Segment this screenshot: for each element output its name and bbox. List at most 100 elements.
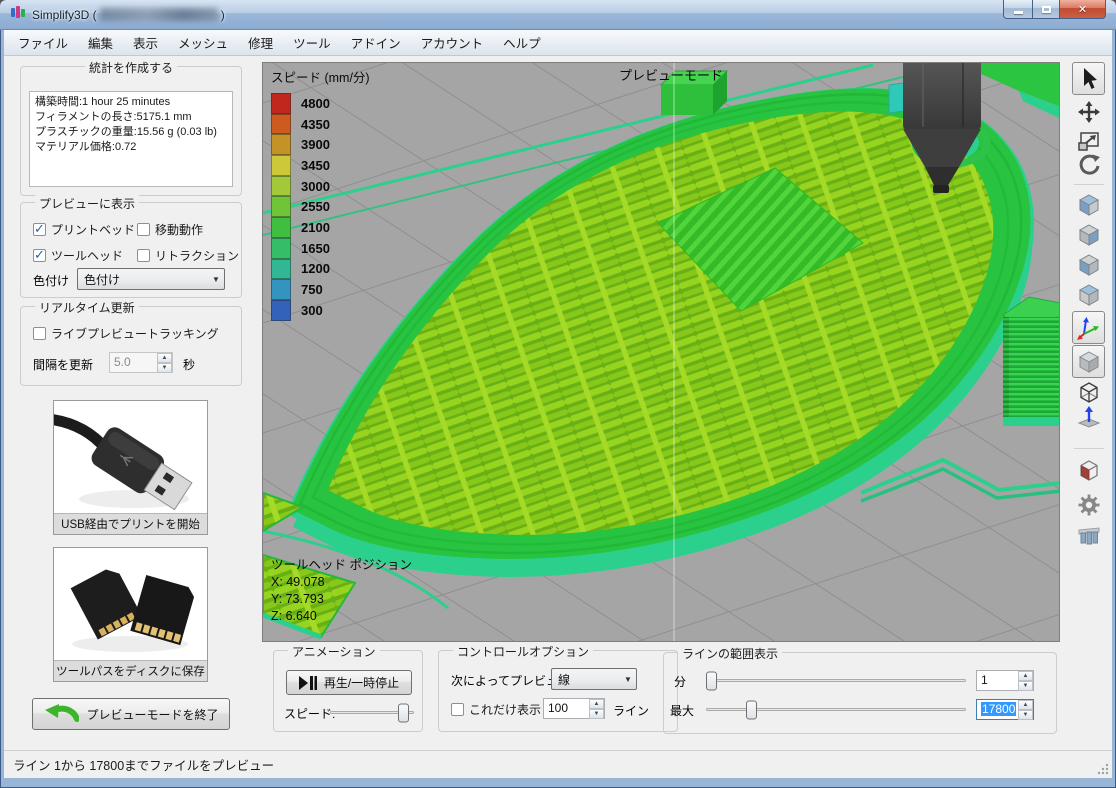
only-show-up-icon[interactable]: ▲	[589, 699, 604, 709]
range-max-spinner[interactable]: 17800 ▲ ▼	[976, 699, 1034, 720]
default-view-button[interactable]	[1072, 190, 1105, 220]
range-min-track[interactable]	[706, 679, 966, 682]
play-pause-button[interactable]: 再生/一時停止	[286, 670, 412, 695]
range-min-slider[interactable]	[706, 671, 966, 691]
range-max-up-icon[interactable]: ▲	[1018, 700, 1033, 710]
menu-tools[interactable]: ツール	[283, 30, 341, 55]
checkbox-travel-moves[interactable]: 移動動作	[137, 221, 203, 238]
only-show-spinner[interactable]: 100 ▲ ▼	[543, 698, 605, 719]
cursor-icon	[1083, 67, 1097, 89]
resize-grip[interactable]	[1096, 762, 1110, 776]
range-max-track[interactable]	[706, 708, 966, 711]
front-view-button[interactable]	[1072, 250, 1105, 280]
legend-swatch	[271, 175, 291, 197]
range-min-spinner[interactable]: 1 ▲ ▼	[976, 670, 1034, 691]
checkbox-only-show[interactable]: これだけ表示	[451, 701, 541, 718]
legend-swatch	[271, 258, 291, 280]
retraction-checkbox-box[interactable]	[137, 249, 150, 262]
main-content: 統計を作成する 構築時間:1 hour 25 minutes フィラメントの長さ…	[4, 56, 1112, 750]
surface-normals-button[interactable]	[1072, 403, 1105, 433]
chevron-down-icon: ▼	[212, 274, 220, 284]
preview-by-dropdown[interactable]: 線 ▼	[551, 668, 637, 690]
cross-section-button[interactable]	[1072, 457, 1105, 487]
travel-moves-checkbox-box[interactable]	[137, 223, 150, 236]
range-min-value: 1	[981, 673, 988, 687]
menu-file[interactable]: ファイル	[8, 30, 78, 55]
usb-plug-image	[42, 413, 193, 511]
view-toolbar	[1066, 62, 1112, 642]
control-options-group: コントロールオプション 次によってプレビュー 線 ▼ これだけ表示 100 ▲ ▼…	[438, 643, 678, 732]
move-tool-button[interactable]	[1072, 97, 1105, 127]
only-show-down-icon[interactable]: ▼	[589, 709, 604, 719]
rotate-tool-button[interactable]	[1072, 150, 1105, 180]
range-min-down-icon[interactable]: ▼	[1018, 681, 1033, 691]
minimize-button[interactable]	[1003, 0, 1032, 19]
maximize-button[interactable]	[1032, 0, 1060, 19]
legend-swatch	[271, 217, 291, 238]
checkbox-tool-head[interactable]: ツールヘッド	[33, 247, 123, 264]
tool-head-checkbox-box[interactable]	[33, 247, 46, 263]
minimize-icon	[1013, 10, 1023, 14]
checkbox-print-bed[interactable]: プリントベッド	[33, 221, 135, 238]
legend-swatch	[271, 155, 291, 176]
sd-cards-image	[70, 569, 195, 652]
interval-up-icon[interactable]: ▲	[157, 353, 172, 363]
preview-3d-viewport[interactable]: スピード (mm/分) 4800 4350 3900 3450 3000 255…	[262, 62, 1060, 642]
usb-button-caption: USB経由でプリントを開始	[54, 513, 207, 534]
app-logo-icon	[10, 4, 26, 25]
coordinate-axes-button[interactable]	[1072, 311, 1105, 344]
speed-legend-title: スピード (mm/分)	[271, 71, 370, 85]
speed-slider-thumb[interactable]	[398, 703, 409, 723]
legend-swatch	[271, 237, 291, 259]
save-toolpaths-button[interactable]: ツールパスをディスクに保存	[53, 547, 208, 682]
menu-account[interactable]: アカウント	[411, 30, 494, 55]
interval-spinner[interactable]: 5.0 ▲ ▼	[109, 352, 173, 373]
speed-legend: スピード (mm/分) 4800 4350 3900 3450 3000 255…	[271, 67, 370, 321]
coordinate-axes-icon	[1076, 316, 1099, 340]
speed-slider[interactable]	[330, 703, 414, 723]
menu-mesh[interactable]: メッシュ	[168, 30, 238, 55]
exit-preview-button[interactable]: プレビューモードを終了	[32, 698, 230, 730]
range-min-thumb[interactable]	[706, 671, 717, 691]
close-button[interactable]: ✕	[1060, 0, 1106, 19]
rotate-icon	[1079, 154, 1100, 175]
interval-down-icon[interactable]: ▼	[157, 363, 172, 373]
only-show-label: これだけ表示	[469, 703, 542, 717]
build-statistics-group: 統計を作成する 構築時間:1 hour 25 minutes フィラメントの長さ…	[20, 59, 242, 196]
legend-swatch	[271, 279, 291, 300]
print-over-usb-button[interactable]: USB経由でプリントを開始	[42, 400, 208, 535]
checkbox-live-preview-tracking[interactable]: ライブプレビュートラッキング	[33, 325, 219, 342]
cursor-tool-button[interactable]	[1072, 62, 1105, 95]
tool-head-label: ツールヘッド	[51, 249, 124, 263]
solid-render-button[interactable]	[1072, 345, 1105, 378]
redacted-title-area	[99, 8, 218, 21]
range-max-down-icon[interactable]: ▼	[1018, 710, 1033, 720]
live-preview-checkbox-box[interactable]	[33, 327, 46, 340]
print-bed-checkbox-box[interactable]	[33, 221, 46, 237]
coloring-label: 色付け	[33, 274, 70, 288]
settings-button[interactable]	[1072, 490, 1105, 520]
menu-help[interactable]: ヘルプ	[493, 30, 551, 55]
checkbox-retraction[interactable]: リトラクション	[137, 247, 239, 264]
range-max-slider[interactable]	[706, 700, 966, 720]
green-back-arrow-icon	[45, 704, 80, 722]
preview-mode-label: プレビューモード	[619, 68, 724, 83]
menu-view[interactable]: 表示	[123, 30, 168, 55]
menu-repair[interactable]: 修理	[238, 30, 283, 55]
menu-edit[interactable]: 編集	[78, 30, 123, 55]
supports-button[interactable]	[1072, 520, 1105, 550]
build-statistics-text: 構築時間:1 hour 25 minutes フィラメントの長さ:5175.1 …	[29, 91, 233, 187]
close-icon: ✕	[1077, 3, 1088, 16]
title-bar[interactable]: Simplify3D () ✕	[0, 0, 1116, 30]
interval-unit-label: 秒	[183, 358, 196, 372]
coloring-dropdown[interactable]: 色付け ▼	[77, 268, 225, 290]
menu-addins[interactable]: アドイン	[341, 30, 411, 55]
top-view-button[interactable]	[1072, 220, 1105, 250]
default-view-cube-icon	[1078, 194, 1099, 216]
side-view-button[interactable]	[1072, 280, 1105, 310]
legend-swatch	[271, 113, 291, 135]
only-show-checkbox-box[interactable]	[451, 703, 464, 716]
range-min-up-icon[interactable]: ▲	[1018, 671, 1033, 681]
speed-slider-label: スピード:	[284, 707, 336, 721]
range-max-thumb[interactable]	[746, 700, 757, 720]
